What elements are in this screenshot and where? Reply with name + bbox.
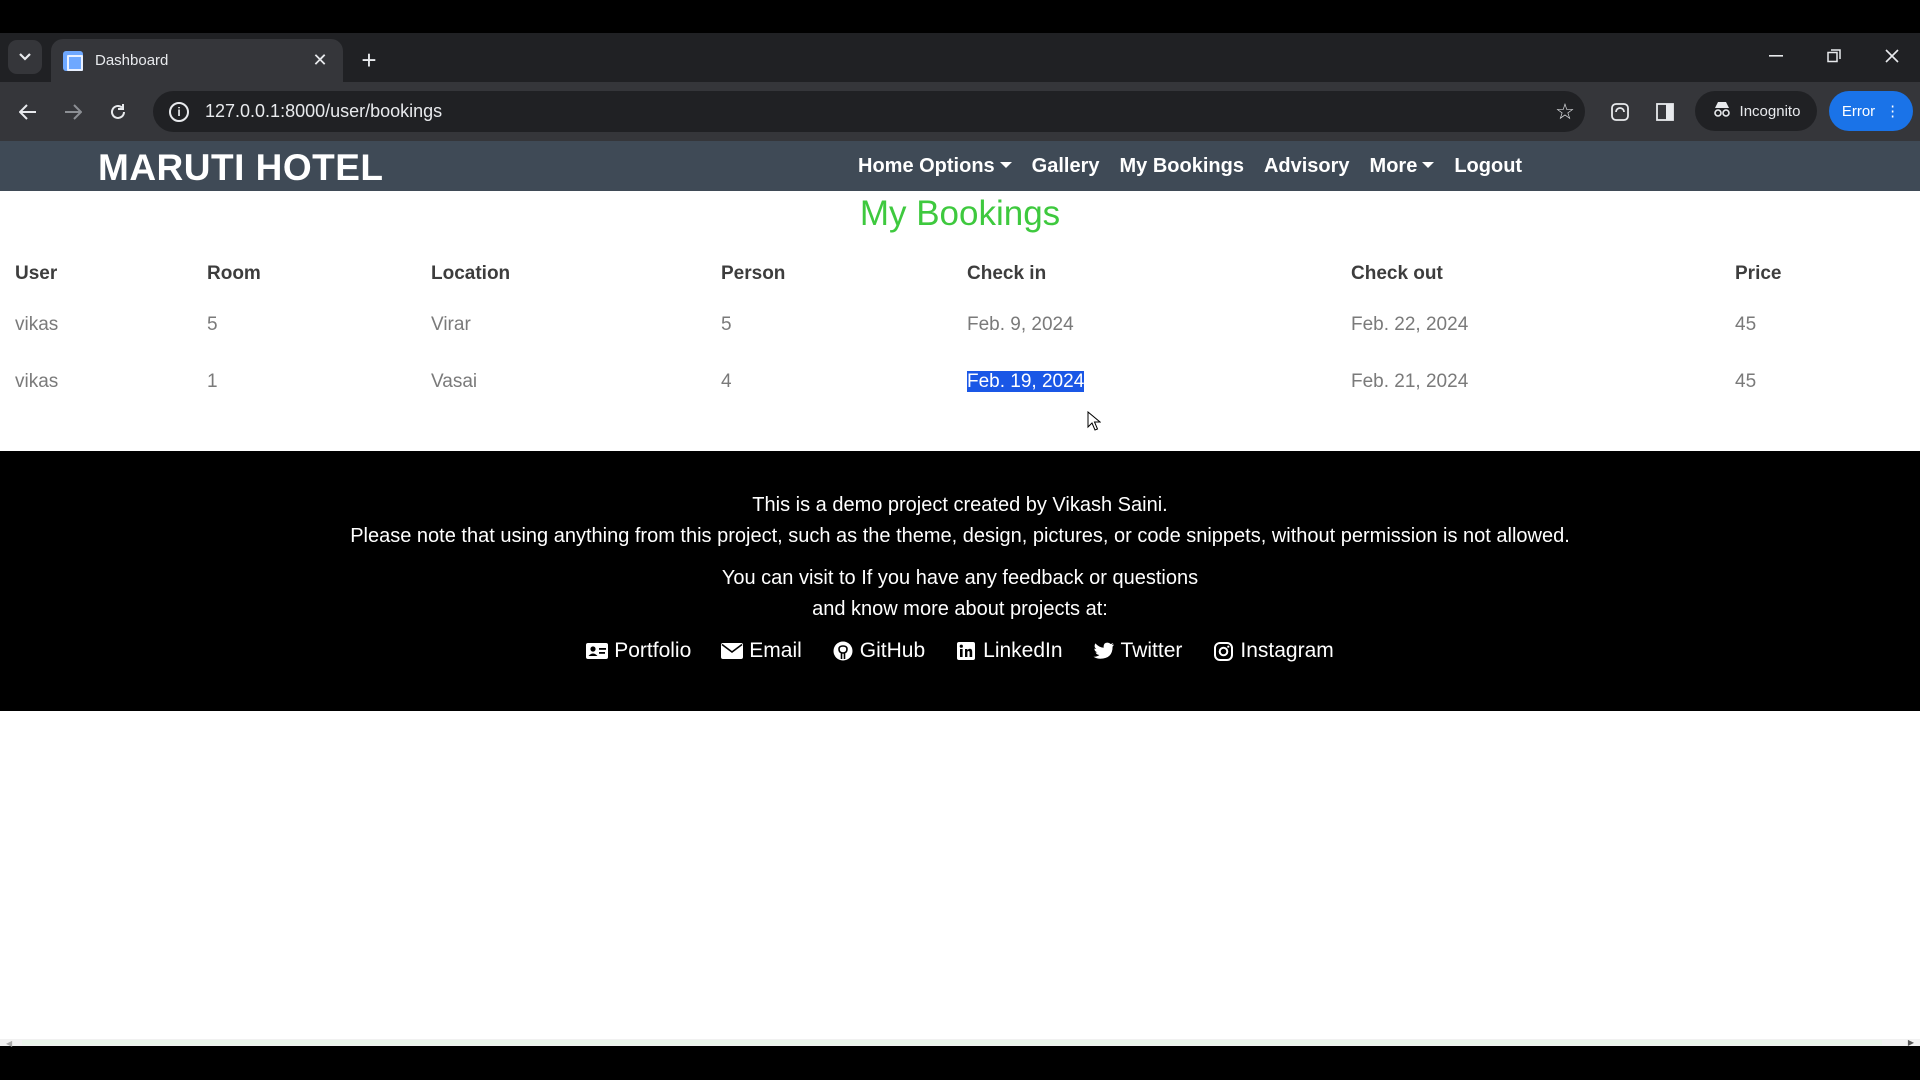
table-header-row: User Room Location Person Check in Check…: [0, 243, 1920, 297]
tab-close-icon[interactable]: ✕: [309, 50, 331, 72]
scrollbar-thumb[interactable]: [22, 1040, 1882, 1045]
cell-check-out: Feb. 22, 2024: [1351, 314, 1469, 335]
tab-favicon-icon: [63, 50, 83, 71]
column-header-price: Price: [1735, 263, 1782, 284]
column-header-room: Room: [207, 263, 261, 284]
envelope-icon: [721, 641, 744, 661]
nav-home-options[interactable]: Home Options: [858, 155, 1012, 178]
web-page: MARUTI HOTEL Home Options Gallery My Boo…: [0, 141, 1920, 1046]
id-card-icon: [586, 641, 609, 661]
incognito-indicator[interactable]: Incognito: [1695, 91, 1817, 131]
side-panel-icon[interactable]: [1648, 95, 1682, 129]
email-link[interactable]: Email: [721, 639, 802, 663]
tab-search-chevron-icon[interactable]: [8, 40, 42, 74]
cell-check-out: Feb. 21, 2024: [1351, 371, 1469, 392]
twitter-label: Twitter: [1120, 639, 1183, 662]
site-info-icon[interactable]: i: [169, 101, 189, 122]
footer-credit-text: This is a demo project created by Vikash…: [752, 494, 1168, 516]
kebab-menu-icon: ⋮: [1885, 103, 1901, 120]
cell-user: vikas: [15, 314, 59, 335]
column-header-check-out: Check out: [1351, 263, 1443, 284]
nav-logout[interactable]: Logout: [1454, 155, 1522, 178]
portfolio-link[interactable]: Portfolio: [586, 639, 691, 663]
github-link[interactable]: GitHub: [832, 639, 925, 663]
mouse-cursor-icon: [1087, 411, 1101, 431]
email-label: Email: [749, 639, 802, 662]
close-window-icon[interactable]: [1870, 39, 1914, 73]
back-arrow-icon[interactable]: [11, 95, 45, 129]
page-title: My Bookings: [859, 194, 1061, 233]
bookings-table: User Room Location Person Check in Check…: [0, 243, 1920, 411]
browser-toolbar: i 127.0.0.1:8000/user/bookings ☆ Incogni…: [0, 82, 1920, 141]
address-bar[interactable]: i 127.0.0.1:8000/user/bookings ☆: [153, 91, 1585, 132]
bookmark-star-icon[interactable]: ☆: [1545, 99, 1585, 125]
error-label: Error: [1841, 102, 1876, 120]
column-header-location: Location: [431, 263, 511, 284]
cell-user: vikas: [15, 371, 59, 392]
site-brand[interactable]: MARUTI HOTEL: [98, 147, 384, 189]
footer-feedback-text: You can visit to If you have any feedbac…: [721, 567, 1199, 589]
nav-more[interactable]: More: [1370, 155, 1435, 178]
table-row: vikas 1 Vasai 4 Feb. 19, 2024 Feb. 21, 2…: [0, 354, 1920, 411]
nav-my-bookings[interactable]: My Bookings: [1120, 155, 1244, 178]
linkedin-icon: [955, 641, 977, 661]
caret-down-icon: [999, 162, 1012, 168]
cell-person: 5: [721, 314, 732, 335]
nav-home-options-label: Home Options: [858, 155, 995, 177]
browser-tab-dashboard[interactable]: Dashboard ✕: [51, 39, 343, 82]
new-tab-plus-icon[interactable]: +: [354, 45, 384, 75]
nav-advisory[interactable]: Advisory: [1264, 155, 1350, 178]
extension-icon[interactable]: [1603, 95, 1637, 129]
site-footer: This is a demo project created by Vikash…: [0, 451, 1920, 711]
linkedin-label: LinkedIn: [983, 639, 1063, 662]
selected-text-highlight: Feb. 19, 2024: [967, 371, 1085, 392]
scroll-right-arrow-icon[interactable]: ▶: [1908, 1038, 1914, 1047]
github-label: GitHub: [859, 639, 926, 662]
cell-location: Virar: [431, 314, 471, 335]
minimize-window-icon[interactable]: [1754, 39, 1798, 73]
column-header-check-in: Check in: [967, 263, 1047, 284]
table-row: vikas 5 Virar 5 Feb. 9, 2024 Feb. 22, 20…: [0, 297, 1920, 354]
site-navbar: MARUTI HOTEL Home Options Gallery My Boo…: [0, 141, 1920, 191]
portfolio-label: Portfolio: [614, 639, 692, 662]
column-header-person: Person: [721, 263, 786, 284]
github-icon: [832, 641, 854, 661]
reload-icon[interactable]: [101, 95, 135, 129]
forward-arrow-icon[interactable]: [56, 95, 90, 129]
nav-links: Home Options Gallery My Bookings Advisor…: [858, 155, 1522, 178]
incognito-label: Incognito: [1739, 102, 1801, 120]
footer-social-links: Portfolio Email GitHub LinkedIn Twitter …: [0, 639, 1920, 663]
instagram-link[interactable]: Instagram: [1212, 639, 1334, 663]
cell-room: 5: [207, 314, 218, 335]
twitter-bird-icon: [1093, 641, 1115, 661]
footer-projects-text: and know more about projects at:: [812, 598, 1108, 620]
cell-check-in: Feb. 9, 2024: [967, 314, 1074, 335]
cell-price: 45: [1735, 314, 1757, 335]
tab-title: Dashboard: [95, 52, 169, 69]
twitter-link[interactable]: Twitter: [1093, 639, 1183, 663]
restore-window-icon[interactable]: [1812, 39, 1856, 73]
nav-more-label: More: [1369, 155, 1418, 177]
instagram-label: Instagram: [1240, 639, 1334, 662]
error-button[interactable]: Error ⋮: [1829, 91, 1913, 131]
instagram-icon: [1212, 641, 1234, 661]
linkedin-link[interactable]: LinkedIn: [955, 639, 1063, 663]
cell-person: 4: [721, 371, 732, 392]
caret-down-icon: [1422, 162, 1435, 168]
cell-check-in: Feb. 19, 2024: [952, 354, 1336, 411]
browser-tabstrip: Dashboard ✕ +: [0, 33, 1920, 82]
scroll-left-arrow-icon[interactable]: ◀: [6, 1039, 12, 1048]
cell-location: Vasai: [431, 371, 478, 392]
cell-price: 45: [1735, 371, 1757, 392]
nav-gallery[interactable]: Gallery: [1032, 155, 1100, 178]
address-url[interactable]: 127.0.0.1:8000/user/bookings: [205, 101, 1545, 122]
column-header-user: User: [15, 263, 58, 284]
footer-notice-text: Please note that using anything from thi…: [350, 525, 1570, 547]
horizontal-scrollbar[interactable]: ◀ ▶: [0, 1038, 1920, 1048]
screen: Dashboard ✕ + i 127.0.0.1:8000/user/book…: [0, 0, 1920, 1080]
incognito-icon: [1712, 101, 1732, 121]
cell-room: 1: [207, 371, 218, 392]
